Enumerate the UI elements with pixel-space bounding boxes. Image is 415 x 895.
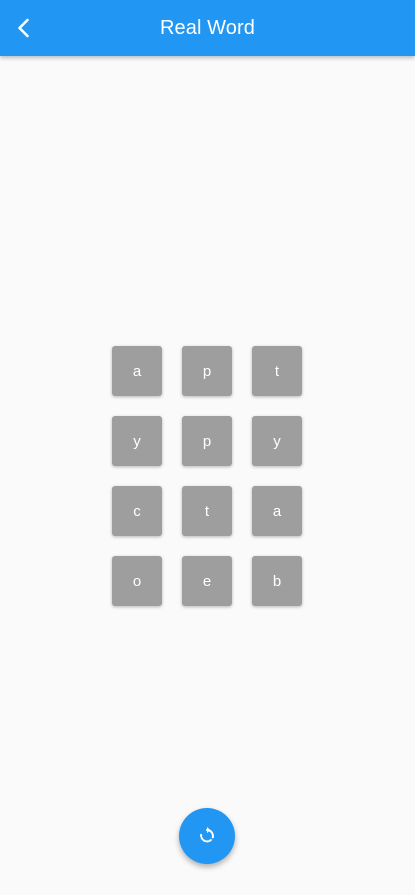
letter-tile[interactable]: p <box>182 346 232 396</box>
letter-tile[interactable]: p <box>182 416 232 466</box>
letter-tile[interactable]: c <box>112 486 162 536</box>
letter-tile[interactable]: t <box>252 346 302 396</box>
letter-tile[interactable]: a <box>112 346 162 396</box>
letter-grid: a p t y p y c t a o e b <box>112 346 302 606</box>
page-title: Real Word <box>159 16 255 39</box>
letter-tile[interactable]: o <box>112 556 162 606</box>
chevron-left-icon <box>18 18 29 38</box>
app-screen: Real Word a p t y p y c t a o e b <box>0 0 415 895</box>
app-bar: Real Word <box>0 0 415 56</box>
letter-tile[interactable]: e <box>182 556 232 606</box>
back-button[interactable] <box>4 4 44 52</box>
letter-tile[interactable]: y <box>252 416 302 466</box>
refresh-button[interactable] <box>179 808 235 864</box>
letter-tile[interactable]: b <box>252 556 302 606</box>
refresh-icon <box>200 827 214 843</box>
letter-tile[interactable]: y <box>112 416 162 466</box>
letter-tile[interactable]: a <box>252 486 302 536</box>
letter-tile[interactable]: t <box>182 486 232 536</box>
